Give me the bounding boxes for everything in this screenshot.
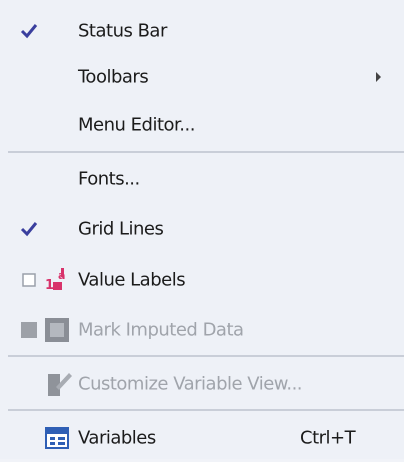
- menu-item-shortcut: Ctrl+T: [300, 427, 356, 449]
- view-menu-dropdown: Status Bar Toolbars Menu Editor... Fonts…: [0, 0, 404, 459]
- menu-separator: [8, 355, 404, 357]
- menu-item-label: Menu Editor...: [78, 114, 195, 136]
- menu-item-toolbars[interactable]: Toolbars: [0, 53, 404, 101]
- menu-item-label: Value Labels: [78, 269, 186, 291]
- svg-text:1: 1: [45, 278, 54, 293]
- menu-item-label: Mark Imputed Data: [78, 319, 244, 341]
- menu-item-label: Grid Lines: [78, 218, 164, 240]
- menu-item-fonts[interactable]: Fonts...: [0, 155, 404, 203]
- mark-imputed-data-icon: [45, 318, 69, 342]
- menu-separator: [8, 151, 404, 153]
- menu-item-value-labels[interactable]: 1 a Value Labels: [0, 256, 404, 304]
- value-labels-icon: 1 a: [45, 268, 65, 293]
- menu-item-grid-lines[interactable]: Grid Lines: [0, 205, 404, 253]
- menu-item-menu-editor[interactable]: Menu Editor...: [0, 101, 404, 149]
- submenu-arrow-icon: [376, 72, 381, 82]
- menu-item-label: Fonts...: [78, 168, 140, 190]
- disabled-checkbox-icon: [21, 322, 37, 338]
- menu-item-customize-variable-view[interactable]: Customize Variable View...: [0, 360, 404, 408]
- menu-item-mark-imputed-data[interactable]: Mark Imputed Data: [0, 306, 404, 354]
- menu-item-label: Variables: [78, 427, 156, 449]
- customize-variable-view-icon: [48, 373, 72, 396]
- menu-item-status-bar[interactable]: Status Bar: [0, 7, 404, 55]
- menu-separator: [8, 409, 404, 411]
- unchecked-checkbox-icon: [22, 273, 36, 287]
- menu-item-label: Status Bar: [78, 20, 167, 42]
- checkmark-icon: [20, 24, 38, 39]
- checkmark-icon: [20, 222, 38, 237]
- menu-item-label: Toolbars: [78, 66, 149, 88]
- menu-item-label: Customize Variable View...: [78, 373, 303, 395]
- menu-item-variables[interactable]: Variables Ctrl+T: [0, 414, 404, 462]
- variables-icon: [45, 427, 69, 449]
